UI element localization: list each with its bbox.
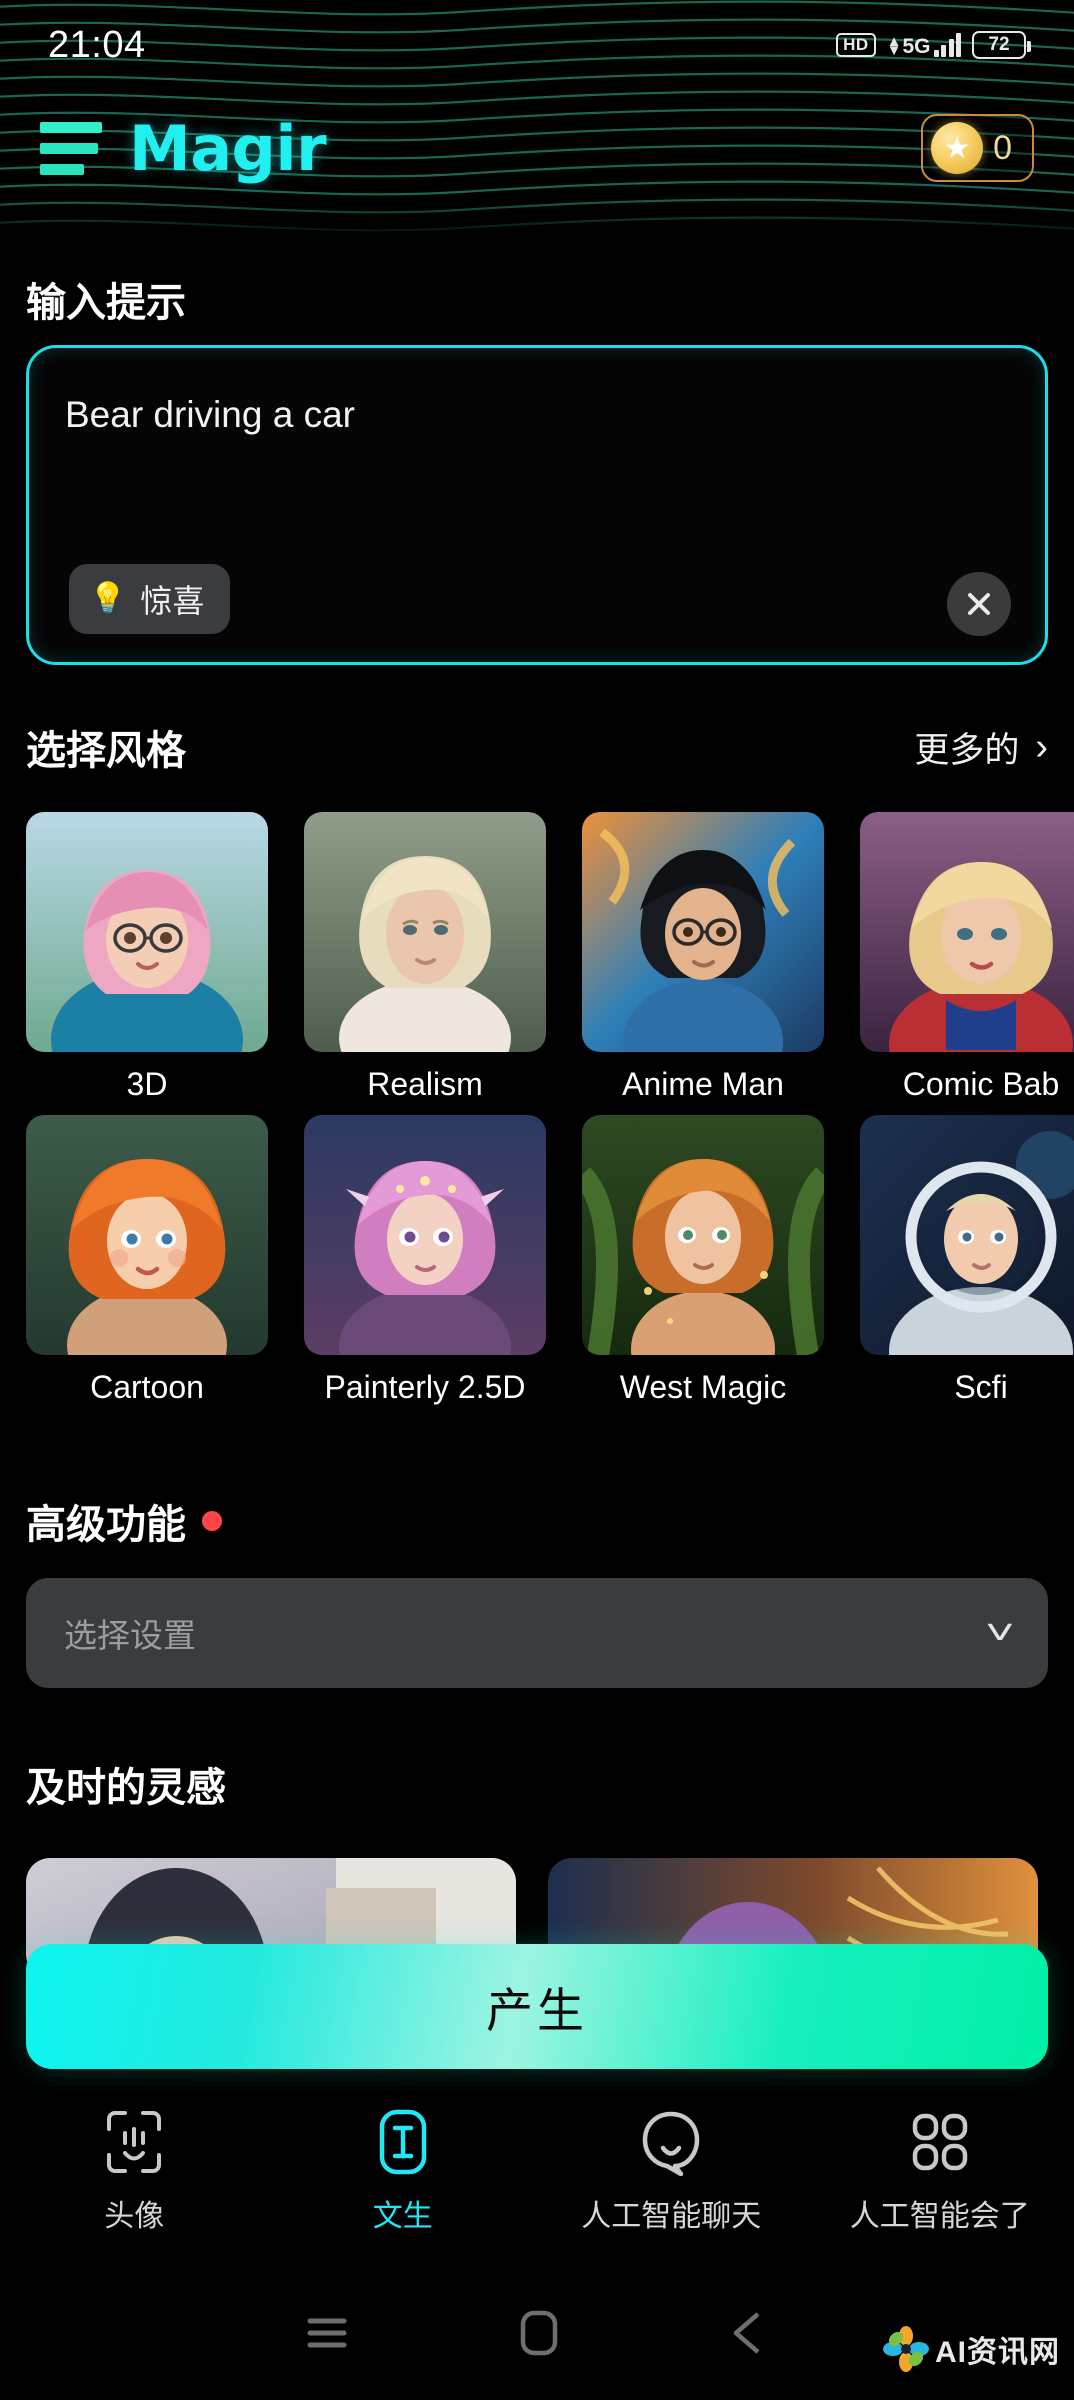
- app-title: Magir: [129, 111, 327, 185]
- style-thumbnail: [860, 812, 1074, 1052]
- generate-label: 产生: [486, 1984, 588, 2037]
- style-row: Cartoon Painterly 2.5D West Magic Scfi: [26, 1115, 1074, 1406]
- style-label: Anime Man: [622, 1066, 784, 1102]
- style-label: Comic Bab: [902, 1066, 1060, 1102]
- style-label: Scfi: [954, 1369, 1008, 1405]
- style-card-comic-baby[interactable]: Comic Bab: [860, 812, 1074, 1103]
- status-clock: 21:04: [48, 23, 146, 66]
- style-grid: 3D Realism Anime Man Comic Bab Cartoon P…: [26, 812, 1074, 1406]
- style-card-anime-man[interactable]: Anime Man: [582, 812, 824, 1103]
- style-label: 3D: [126, 1066, 168, 1102]
- ai-chat-bubble-icon: [639, 2106, 703, 2178]
- hamburger-menu-icon[interactable]: [40, 121, 102, 175]
- style-more-label: 更多的: [914, 730, 1020, 770]
- chevron-down-icon: ˅: [985, 1613, 1015, 1652]
- nav-label: 头像: [104, 2200, 165, 2233]
- advanced-section-title: 高级功能: [26, 1503, 186, 1547]
- advanced-settings-select[interactable]: 选择设置 ˅: [26, 1578, 1048, 1688]
- back-triangle-icon[interactable]: [728, 2308, 770, 2358]
- coin-count: 0: [993, 128, 1012, 167]
- grid-apps-icon: [909, 2106, 971, 2178]
- lightbulb-icon: 💡: [89, 582, 127, 615]
- surprise-label: 惊喜: [140, 583, 205, 619]
- style-thumbnail: [304, 1115, 546, 1355]
- style-card-realism[interactable]: Realism: [304, 812, 546, 1103]
- hd-badge-icon: HD: [836, 33, 876, 57]
- signal-bars-icon: [933, 33, 961, 57]
- nav-label: 文生: [372, 2200, 433, 2233]
- style-thumbnail: [304, 812, 546, 1052]
- status-indicators: HD ▲ ▼ 5G 72: [836, 31, 1031, 59]
- app-bar: Magir ★ 0: [0, 98, 1074, 198]
- style-label: Painterly 2.5D: [324, 1369, 526, 1405]
- style-card-cartoon[interactable]: Cartoon: [26, 1115, 268, 1406]
- battery-icon: 72: [972, 31, 1031, 59]
- avatar-scan-icon: [103, 2106, 165, 2178]
- star-coin-icon: ★: [931, 122, 984, 174]
- advanced-select-placeholder: 选择设置: [64, 1617, 196, 1654]
- home-square-icon[interactable]: [518, 2308, 560, 2358]
- style-thumbnail: [860, 1115, 1074, 1355]
- style-thumbnail: [26, 812, 268, 1052]
- style-more-button[interactable]: 更多的 ›: [914, 722, 1048, 773]
- style-thumbnail: [26, 1115, 268, 1355]
- text-generate-icon: [375, 2106, 431, 2178]
- style-card-west-magic[interactable]: West Magic: [582, 1115, 824, 1406]
- recents-menu-icon[interactable]: [304, 2313, 350, 2353]
- network-type: ▲ ▼ 5G: [886, 33, 931, 59]
- style-label: West Magic: [619, 1369, 787, 1405]
- generate-button[interactable]: 产生: [26, 1944, 1048, 2069]
- style-card-3d[interactable]: 3D: [26, 812, 268, 1103]
- style-label: Realism: [367, 1066, 483, 1102]
- data-transfer-arrows-icon: ▲ ▼: [886, 33, 902, 59]
- style-section-header: 选择风格 更多的 ›: [26, 718, 1048, 776]
- nav-label: 人工智能会了: [849, 2200, 1030, 2233]
- nav-item-avatar[interactable]: 头像: [0, 2090, 269, 2265]
- style-thumbnail: [582, 1115, 824, 1355]
- style-card-painterly[interactable]: Painterly 2.5D: [304, 1115, 546, 1406]
- nav-item-ai-apps[interactable]: 人工智能会了: [806, 2090, 1074, 2265]
- style-row: 3D Realism Anime Man Comic Bab: [26, 812, 1074, 1103]
- red-dot-badge: [202, 1511, 222, 1531]
- prompt-input-container[interactable]: Bear driving a car 💡 惊喜: [26, 345, 1048, 665]
- style-label: Cartoon: [90, 1369, 204, 1405]
- watermark-text: AI资讯网: [935, 2336, 1060, 2369]
- inspiration-section-title: 及时的灵感: [26, 1766, 226, 1810]
- prompt-input[interactable]: Bear driving a car: [65, 390, 955, 440]
- chevron-right-icon: ›: [1035, 726, 1048, 768]
- style-card-scifi[interactable]: Scfi: [860, 1115, 1074, 1406]
- nav-label: 人工智能聊天: [581, 2200, 762, 2233]
- surprise-button[interactable]: 💡 惊喜: [69, 564, 231, 634]
- style-section-title: 选择风格: [26, 729, 186, 773]
- coin-balance-button[interactable]: ★ 0: [921, 114, 1034, 182]
- status-bar: 21:04 HD ▲ ▼ 5G 72: [0, 0, 1074, 90]
- style-thumbnail: [582, 812, 824, 1052]
- flower-logo-icon: [883, 2326, 929, 2372]
- nav-item-ai-chat[interactable]: 人工智能聊天: [537, 2090, 806, 2265]
- nav-item-text-generate[interactable]: 文生: [269, 2090, 538, 2265]
- network-label: 5G: [902, 35, 931, 58]
- prompt-section-title: 输入提示: [26, 281, 186, 325]
- advanced-section-header: 高级功能: [26, 1492, 222, 1550]
- signal-group: ▲ ▼ 5G: [886, 33, 961, 59]
- site-watermark: AI资讯网: [883, 2326, 1060, 2372]
- close-x-icon: [968, 593, 990, 615]
- bottom-navigation: 头像 文生 人工智能聊天 人工智能会了: [0, 2090, 1074, 2265]
- clear-prompt-button[interactable]: [947, 572, 1011, 636]
